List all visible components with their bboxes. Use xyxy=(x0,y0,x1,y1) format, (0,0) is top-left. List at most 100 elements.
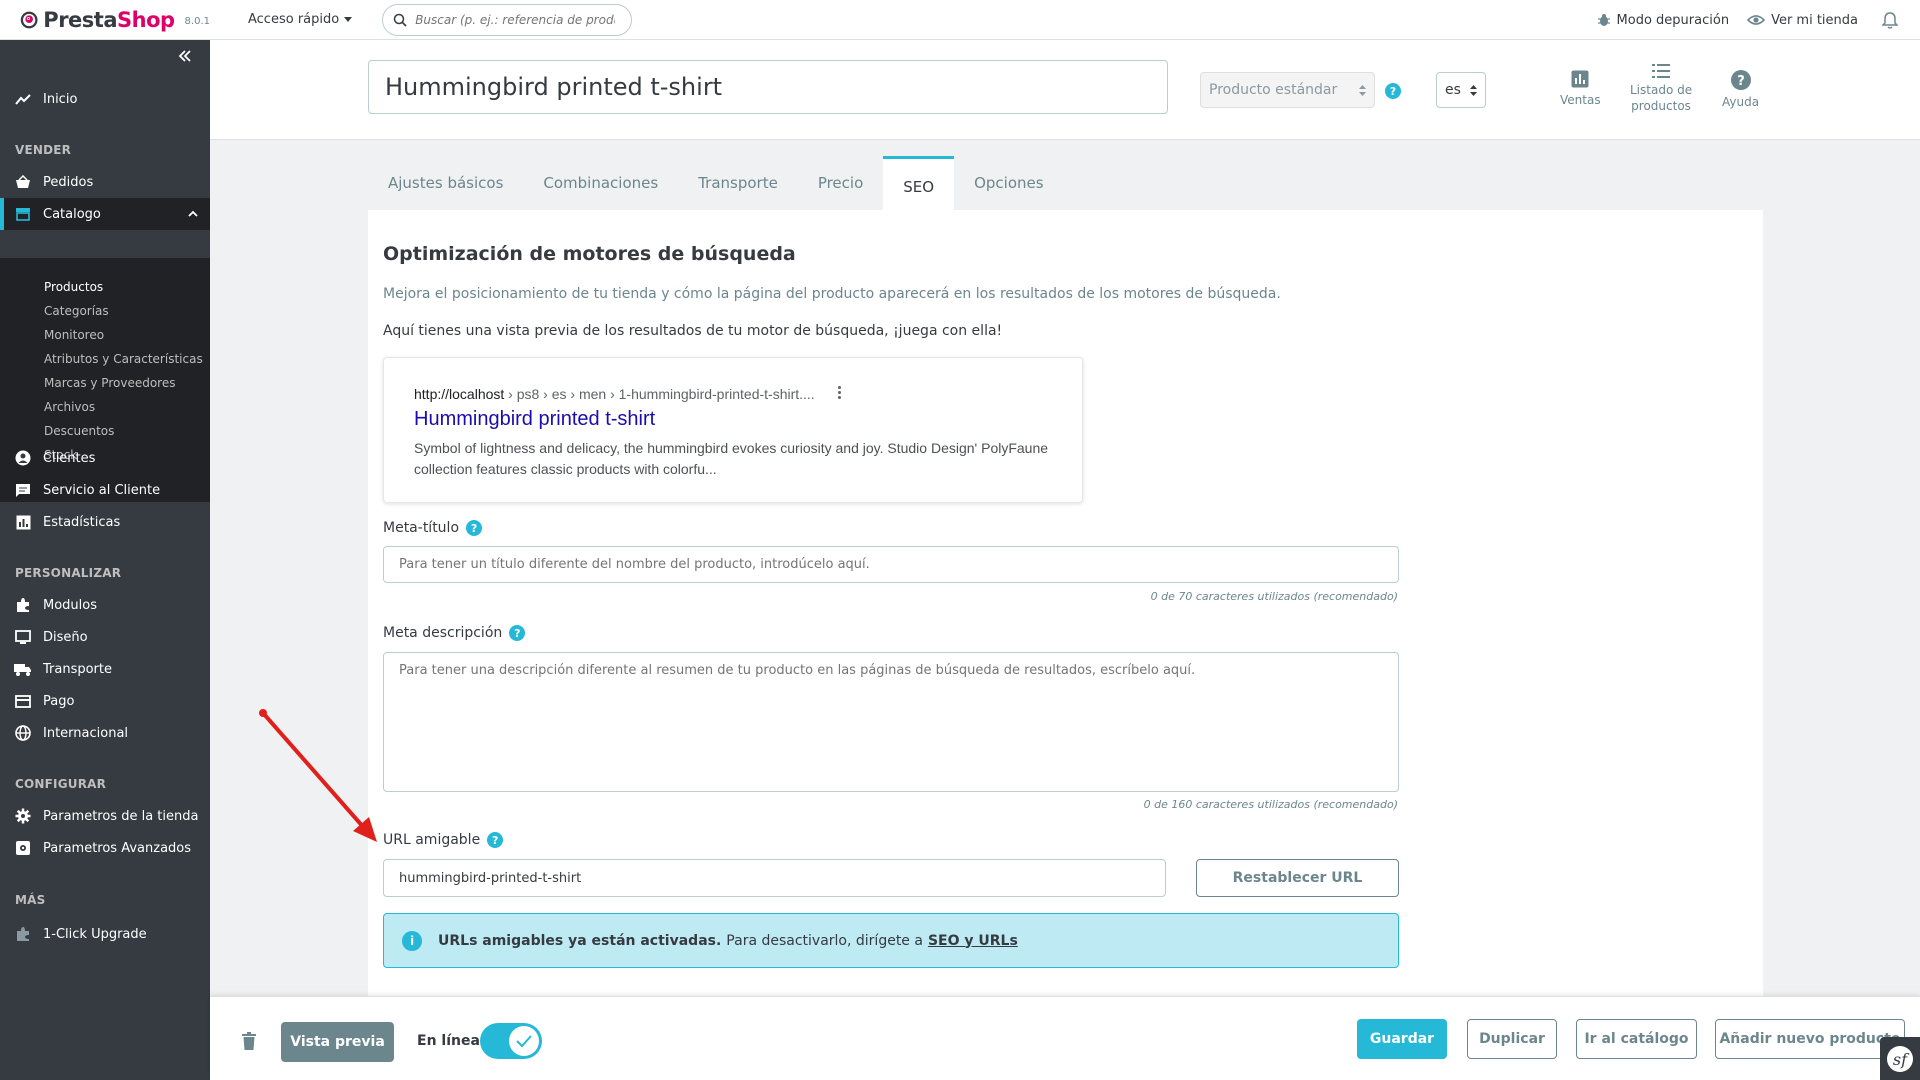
online-toggle[interactable] xyxy=(480,1023,542,1059)
serp-title: Hummingbird printed t-shirt xyxy=(414,408,656,430)
help-icon[interactable]: ? xyxy=(487,832,504,848)
preview-button[interactable]: Vista previa xyxy=(281,1022,394,1062)
tab-pricing[interactable]: Precio xyxy=(798,156,883,210)
submenu-discounts[interactable]: Descuentos xyxy=(44,424,114,438)
tab-combinations[interactable]: Combinaciones xyxy=(523,156,678,210)
sidebar-item-advanced-parameters[interactable]: Parametros Avanzados xyxy=(0,832,210,864)
sidebar-item-upgrade[interactable]: 1-Click Upgrade xyxy=(0,918,210,950)
sidebar-item-customers[interactable]: Clientes xyxy=(0,442,210,474)
serp-url: http://localhost › ps8 › es › men › 1-hu… xyxy=(414,386,815,402)
help-icon[interactable]: ? xyxy=(1385,83,1401,99)
tab-seo[interactable]: SEO xyxy=(883,156,955,210)
gear-icon xyxy=(14,807,32,825)
settings-box-icon xyxy=(14,839,32,857)
logo-text: PrestaShop xyxy=(43,7,175,32)
puzzle-icon xyxy=(14,596,32,614)
user-circle-icon xyxy=(14,449,32,467)
sidebar-item-international[interactable]: Internacional xyxy=(0,717,210,749)
truck-icon xyxy=(14,660,32,678)
sidebar-item-shop-parameters[interactable]: Parametros de la tienda xyxy=(0,800,210,832)
sidebar-item-modules[interactable]: Modulos xyxy=(0,589,210,621)
sidebar-item-customer-service[interactable]: Servicio al Cliente xyxy=(0,474,210,506)
language-select[interactable]: es xyxy=(1436,72,1486,108)
sidebar-item-orders[interactable]: Pedidos xyxy=(0,166,210,198)
meta-description-label: Meta descripción ? xyxy=(383,625,526,641)
product-footer: Vista previa En línea Guardar Duplicar I… xyxy=(210,996,1920,1080)
tab-basic-settings[interactable]: Ajustes básicos xyxy=(368,156,523,210)
section-title: Optimización de motores de búsqueda xyxy=(383,243,796,265)
puzzle-icon xyxy=(14,925,32,943)
product-type-select[interactable]: Producto estándar xyxy=(1200,72,1375,108)
sidebar-section-configure: CONFIGURAR xyxy=(15,777,107,791)
help-icon[interactable]: ? xyxy=(509,625,526,641)
sidebar-section-sell: VENDER xyxy=(15,143,72,157)
top-bar: PrestaShop 8.0.1 Acceso rápido Modo depu… xyxy=(0,0,1920,40)
trending-icon xyxy=(14,90,32,108)
sidebar-item-home[interactable]: Inicio xyxy=(0,83,210,115)
save-button[interactable]: Guardar xyxy=(1357,1019,1447,1059)
sidebar-item-stats[interactable]: Estadísticas xyxy=(0,506,210,538)
annotation-arrow-icon xyxy=(259,709,377,842)
monitor-icon xyxy=(14,628,32,646)
help-button[interactable]: ? Ayuda xyxy=(1722,70,1759,110)
tab-options[interactable]: Opciones xyxy=(954,156,1063,210)
submenu-products[interactable]: Productos xyxy=(44,280,103,294)
bar-chart-icon xyxy=(14,513,32,531)
svg-text:?: ? xyxy=(1737,74,1745,89)
meta-title-label: Meta-título ? xyxy=(383,520,483,536)
friendly-url-label: URL amigable ? xyxy=(383,832,504,848)
view-store-link[interactable]: Ver mi tienda xyxy=(1747,13,1858,28)
seo-urls-link[interactable]: SEO y URLs xyxy=(928,933,1018,949)
submenu-brands[interactable]: Marcas y Proveedores xyxy=(44,376,175,390)
store-icon xyxy=(14,205,32,223)
prestashop-logo[interactable]: PrestaShop 8.0.1 xyxy=(20,8,210,32)
sidebar-item-payment[interactable]: Pago xyxy=(0,685,210,717)
friendly-url-input[interactable] xyxy=(383,859,1166,897)
tab-shipping[interactable]: Transporte xyxy=(678,156,798,210)
search-box[interactable] xyxy=(382,3,633,36)
serp-snippet: Symbol of lightness and delicacy, the hu… xyxy=(414,440,1049,477)
more-vertical-icon xyxy=(838,386,842,401)
stats-icon xyxy=(1571,70,1589,88)
chat-icon xyxy=(14,481,32,499)
quick-access-dropdown[interactable]: Acceso rápido xyxy=(248,12,353,27)
sales-button[interactable]: Ventas xyxy=(1560,70,1601,108)
search-icon xyxy=(393,13,407,27)
trash-icon[interactable] xyxy=(242,1032,256,1050)
duplicate-button[interactable]: Duplicar xyxy=(1467,1019,1557,1059)
submenu-files[interactable]: Archivos xyxy=(44,400,95,414)
sort-arrows-icon xyxy=(1470,85,1477,96)
product-name-input[interactable]: Hummingbird printed t-shirt xyxy=(368,60,1168,114)
toggle-knob xyxy=(509,1026,539,1056)
info-icon: i xyxy=(402,930,422,951)
sidebar-item-shipping[interactable]: Transporte xyxy=(0,653,210,685)
meta-description-textarea[interactable] xyxy=(383,652,1399,792)
seo-panel: Optimización de motores de búsqueda Mejo… xyxy=(368,210,1763,1000)
meta-title-counter: 0 de 70 caracteres utilizados (recomenda… xyxy=(1150,590,1398,603)
submenu-monitoring[interactable]: Monitoreo xyxy=(44,328,104,342)
debug-mode-link[interactable]: Modo depuración xyxy=(1597,13,1729,28)
sidebar-section-more: MÁS xyxy=(15,893,46,907)
bug-icon xyxy=(1597,14,1610,26)
product-list-button[interactable]: Listado de productos xyxy=(1630,64,1692,114)
basket-icon xyxy=(14,173,32,191)
meta-title-input[interactable] xyxy=(383,546,1399,583)
reset-url-button[interactable]: Restablecer URL xyxy=(1196,859,1399,897)
search-input[interactable] xyxy=(415,12,616,27)
go-to-catalog-button[interactable]: Ir al catálogo xyxy=(1576,1019,1697,1059)
online-label: En línea xyxy=(417,1033,480,1049)
symfony-toolbar[interactable]: sf xyxy=(1880,1037,1920,1080)
section-description: Mejora el posicionamiento de tu tienda y… xyxy=(383,286,1281,302)
submenu-attributes[interactable]: Atributos y Características xyxy=(44,352,203,366)
submenu-categories[interactable]: Categorías xyxy=(44,304,109,318)
collapse-sidebar-icon[interactable] xyxy=(178,50,192,62)
notifications-bell-icon[interactable] xyxy=(1882,11,1898,29)
sort-arrows-icon xyxy=(1359,85,1366,96)
sidebar-item-catalog[interactable]: Catalogo xyxy=(0,198,210,230)
version-label: 8.0.1 xyxy=(184,16,210,27)
sidebar-item-design[interactable]: Diseño xyxy=(0,621,210,653)
add-new-product-button[interactable]: Añadir nuevo producto xyxy=(1715,1019,1905,1059)
caret-down-icon xyxy=(344,17,353,22)
list-icon xyxy=(1652,64,1671,78)
help-icon[interactable]: ? xyxy=(466,520,483,536)
